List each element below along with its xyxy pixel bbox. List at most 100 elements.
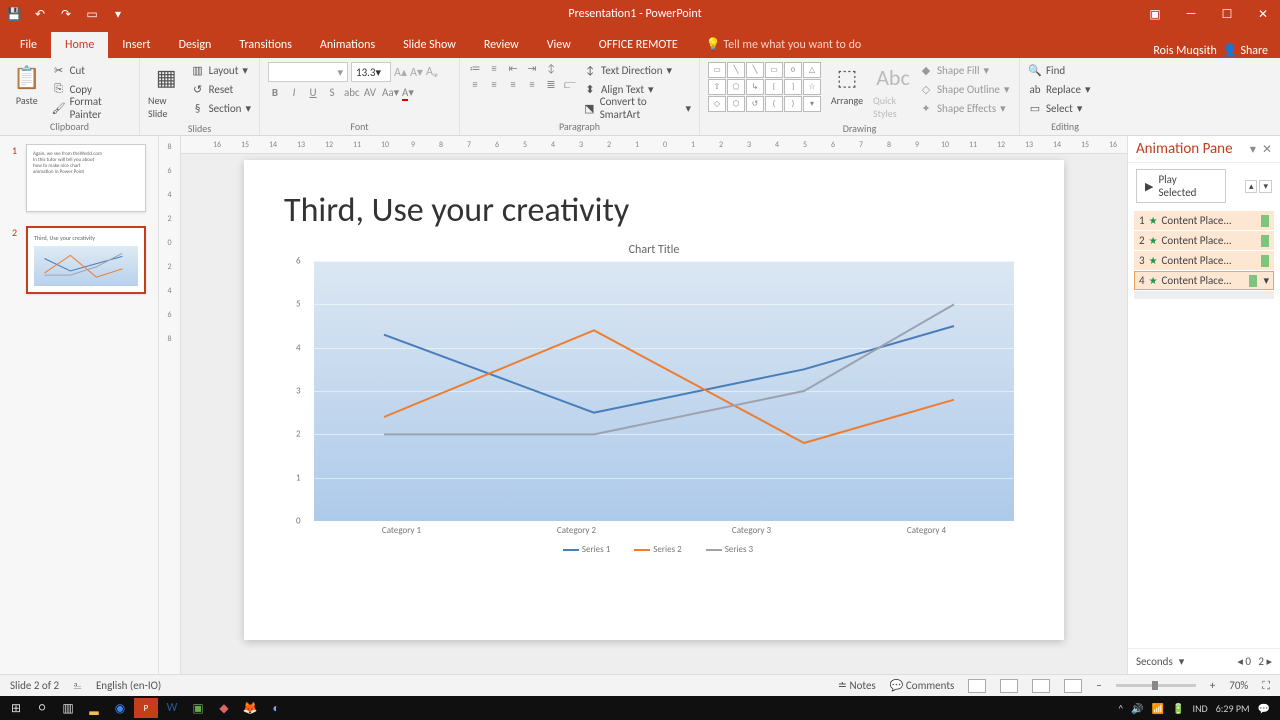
strike-button[interactable]: S: [325, 86, 339, 99]
save-icon[interactable]: 💾: [6, 6, 22, 22]
comments-button[interactable]: 💬 Comments: [890, 679, 955, 692]
text-direction-button[interactable]: ↕Text Direction ▾: [583, 62, 691, 78]
zoom-slider[interactable]: [1116, 684, 1196, 687]
format-painter-button[interactable]: 🖌Format Painter: [52, 100, 131, 116]
tray-icon[interactable]: 📶: [1152, 702, 1164, 715]
slideshow-view-icon[interactable]: [1064, 679, 1082, 693]
timeline-unit[interactable]: Seconds: [1136, 655, 1173, 668]
close-icon[interactable]: ✕: [1252, 7, 1274, 22]
app-icon[interactable]: ◐: [264, 698, 288, 718]
new-slide-button[interactable]: ▦New Slide: [148, 62, 185, 120]
tab-file[interactable]: File: [6, 32, 51, 58]
start-from-beginning-icon[interactable]: ▭: [84, 6, 100, 22]
slide-counter[interactable]: Slide 2 of 2: [10, 679, 59, 692]
tab-review[interactable]: Review: [470, 32, 533, 58]
app-icon[interactable]: ◆: [212, 698, 236, 718]
reading-view-icon[interactable]: [1032, 679, 1050, 693]
taskview-icon[interactable]: ▥: [56, 698, 80, 718]
cortana-icon[interactable]: ○: [30, 698, 54, 718]
cut-button[interactable]: ✂Cut: [52, 62, 131, 78]
explorer-icon[interactable]: ▂: [82, 698, 106, 718]
shape-fill-button[interactable]: ◆Shape Fill ▾: [919, 62, 1009, 78]
layout-button[interactable]: ▥Layout ▾: [191, 62, 251, 78]
smartart-button[interactable]: ⬔Convert to SmartArt ▾: [583, 100, 691, 116]
bold-button[interactable]: B: [268, 86, 282, 99]
ribbon-display-icon[interactable]: ▣: [1144, 7, 1166, 22]
italic-button[interactable]: I: [287, 86, 301, 99]
underline-button[interactable]: U: [306, 86, 320, 99]
tray-battery-icon[interactable]: 🔋: [1172, 702, 1184, 715]
tray-lang[interactable]: IND: [1193, 702, 1208, 715]
quick-styles-button[interactable]: AbcQuick Styles: [873, 62, 913, 120]
move-down-icon[interactable]: ▾: [1259, 180, 1272, 193]
tray-clock[interactable]: 6:29 PM: [1216, 702, 1250, 715]
animation-item[interactable]: [1134, 291, 1274, 299]
tell-me[interactable]: 💡 Tell me what you want to do: [692, 31, 875, 58]
arrange-button[interactable]: ⬚Arrange: [827, 62, 867, 107]
zoom-level[interactable]: 70%: [1229, 679, 1248, 692]
animation-item[interactable]: 3★Content Place...: [1134, 251, 1274, 270]
firefox-icon[interactable]: 🦊: [238, 698, 262, 718]
powerpoint-icon[interactable]: P: [134, 698, 158, 718]
animation-item[interactable]: 2★Content Place...: [1134, 231, 1274, 250]
chart-placeholder[interactable]: 1234 Chart Title 0123456 Category 1Categ…: [284, 243, 1024, 555]
paste-button[interactable]: 📋Paste: [8, 62, 46, 107]
spacing-button[interactable]: AV: [363, 86, 377, 99]
font-size-select[interactable]: 13.3 ▾: [351, 62, 391, 82]
animpane-close-icon[interactable]: ✕: [1262, 142, 1272, 157]
section-button[interactable]: §Section ▾: [191, 100, 251, 116]
animpane-options-icon[interactable]: ▾: [1250, 142, 1256, 157]
clear-format-icon[interactable]: Aᵩ: [426, 65, 438, 79]
qat-more-icon[interactable]: ▾: [110, 6, 126, 22]
notes-button[interactable]: ≐ Notes: [838, 679, 876, 692]
tab-home[interactable]: Home: [51, 32, 108, 58]
case-button[interactable]: Aa▾: [382, 86, 396, 99]
animation-item[interactable]: 1★Content Place...: [1134, 211, 1274, 230]
tab-view[interactable]: View: [533, 32, 585, 58]
maximize-icon[interactable]: ☐: [1216, 7, 1238, 22]
tab-animations[interactable]: Animations: [306, 32, 389, 58]
font-color-button[interactable]: A▾: [401, 86, 415, 99]
tray-up-icon[interactable]: ^: [1118, 702, 1123, 715]
play-selected-button[interactable]: ▶ Play Selected: [1136, 169, 1226, 203]
tab-office-remote[interactable]: OFFICE REMOTE: [585, 32, 692, 58]
action-center-icon[interactable]: 💬: [1258, 702, 1270, 715]
tray-icon[interactable]: 🔊: [1131, 702, 1143, 715]
slide-canvas[interactable]: Third, Use your creativity 1234 Chart Ti…: [244, 160, 1064, 640]
word-icon[interactable]: W: [160, 698, 184, 718]
shape-outline-button[interactable]: ◇Shape Outline ▾: [919, 81, 1009, 97]
app-icon[interactable]: ▣: [186, 698, 210, 718]
shapes-gallery[interactable]: ▭╲╲▭○△ ⇧⬠↳{}☆ ◇⬡↺()▾: [708, 62, 821, 112]
slide-thumbnail-1[interactable]: Again, we see from theWorld.comIn this t…: [26, 144, 146, 212]
grow-font-icon[interactable]: A▴: [394, 65, 407, 80]
zoom-out-icon[interactable]: −: [1096, 679, 1101, 692]
shadow-button[interactable]: abc: [344, 86, 358, 99]
sorter-view-icon[interactable]: [1000, 679, 1018, 693]
account-name[interactable]: Rois Muqsith: [1153, 44, 1216, 58]
normal-view-icon[interactable]: [968, 679, 986, 693]
language-indicator[interactable]: English (en-IO): [96, 679, 161, 692]
font-family-select[interactable]: ▾: [268, 62, 348, 82]
move-up-icon[interactable]: ▴: [1245, 180, 1258, 193]
spellcheck-icon[interactable]: ⎁: [73, 679, 82, 693]
replace-button[interactable]: abReplace ▾: [1028, 81, 1090, 97]
animation-item[interactable]: 4★Content Place...▾: [1134, 271, 1274, 290]
find-button[interactable]: 🔍Find: [1028, 62, 1090, 78]
tab-insert[interactable]: Insert: [108, 32, 164, 58]
shrink-font-icon[interactable]: A▾: [410, 65, 423, 80]
start-icon[interactable]: ⊞: [4, 698, 28, 718]
zoom-in-icon[interactable]: +: [1210, 679, 1215, 692]
slide-thumbnail-2[interactable]: Third, Use your creativity: [26, 226, 146, 294]
shape-effects-button[interactable]: ✦Shape Effects ▾: [919, 100, 1009, 116]
chrome-icon[interactable]: ◉: [108, 698, 132, 718]
share-button[interactable]: 👤 Share: [1223, 43, 1268, 58]
tab-slideshow[interactable]: Slide Show: [389, 32, 470, 58]
minimize-icon[interactable]: —: [1180, 7, 1202, 21]
undo-icon[interactable]: ↶: [32, 6, 48, 22]
tab-transitions[interactable]: Transitions: [225, 32, 306, 58]
select-button[interactable]: ▭Select ▾: [1028, 100, 1090, 116]
tab-design[interactable]: Design: [165, 32, 226, 58]
redo-icon[interactable]: ↷: [58, 6, 74, 22]
slide-title[interactable]: Third, Use your creativity: [284, 190, 1024, 231]
reset-button[interactable]: ↺Reset: [191, 81, 251, 97]
